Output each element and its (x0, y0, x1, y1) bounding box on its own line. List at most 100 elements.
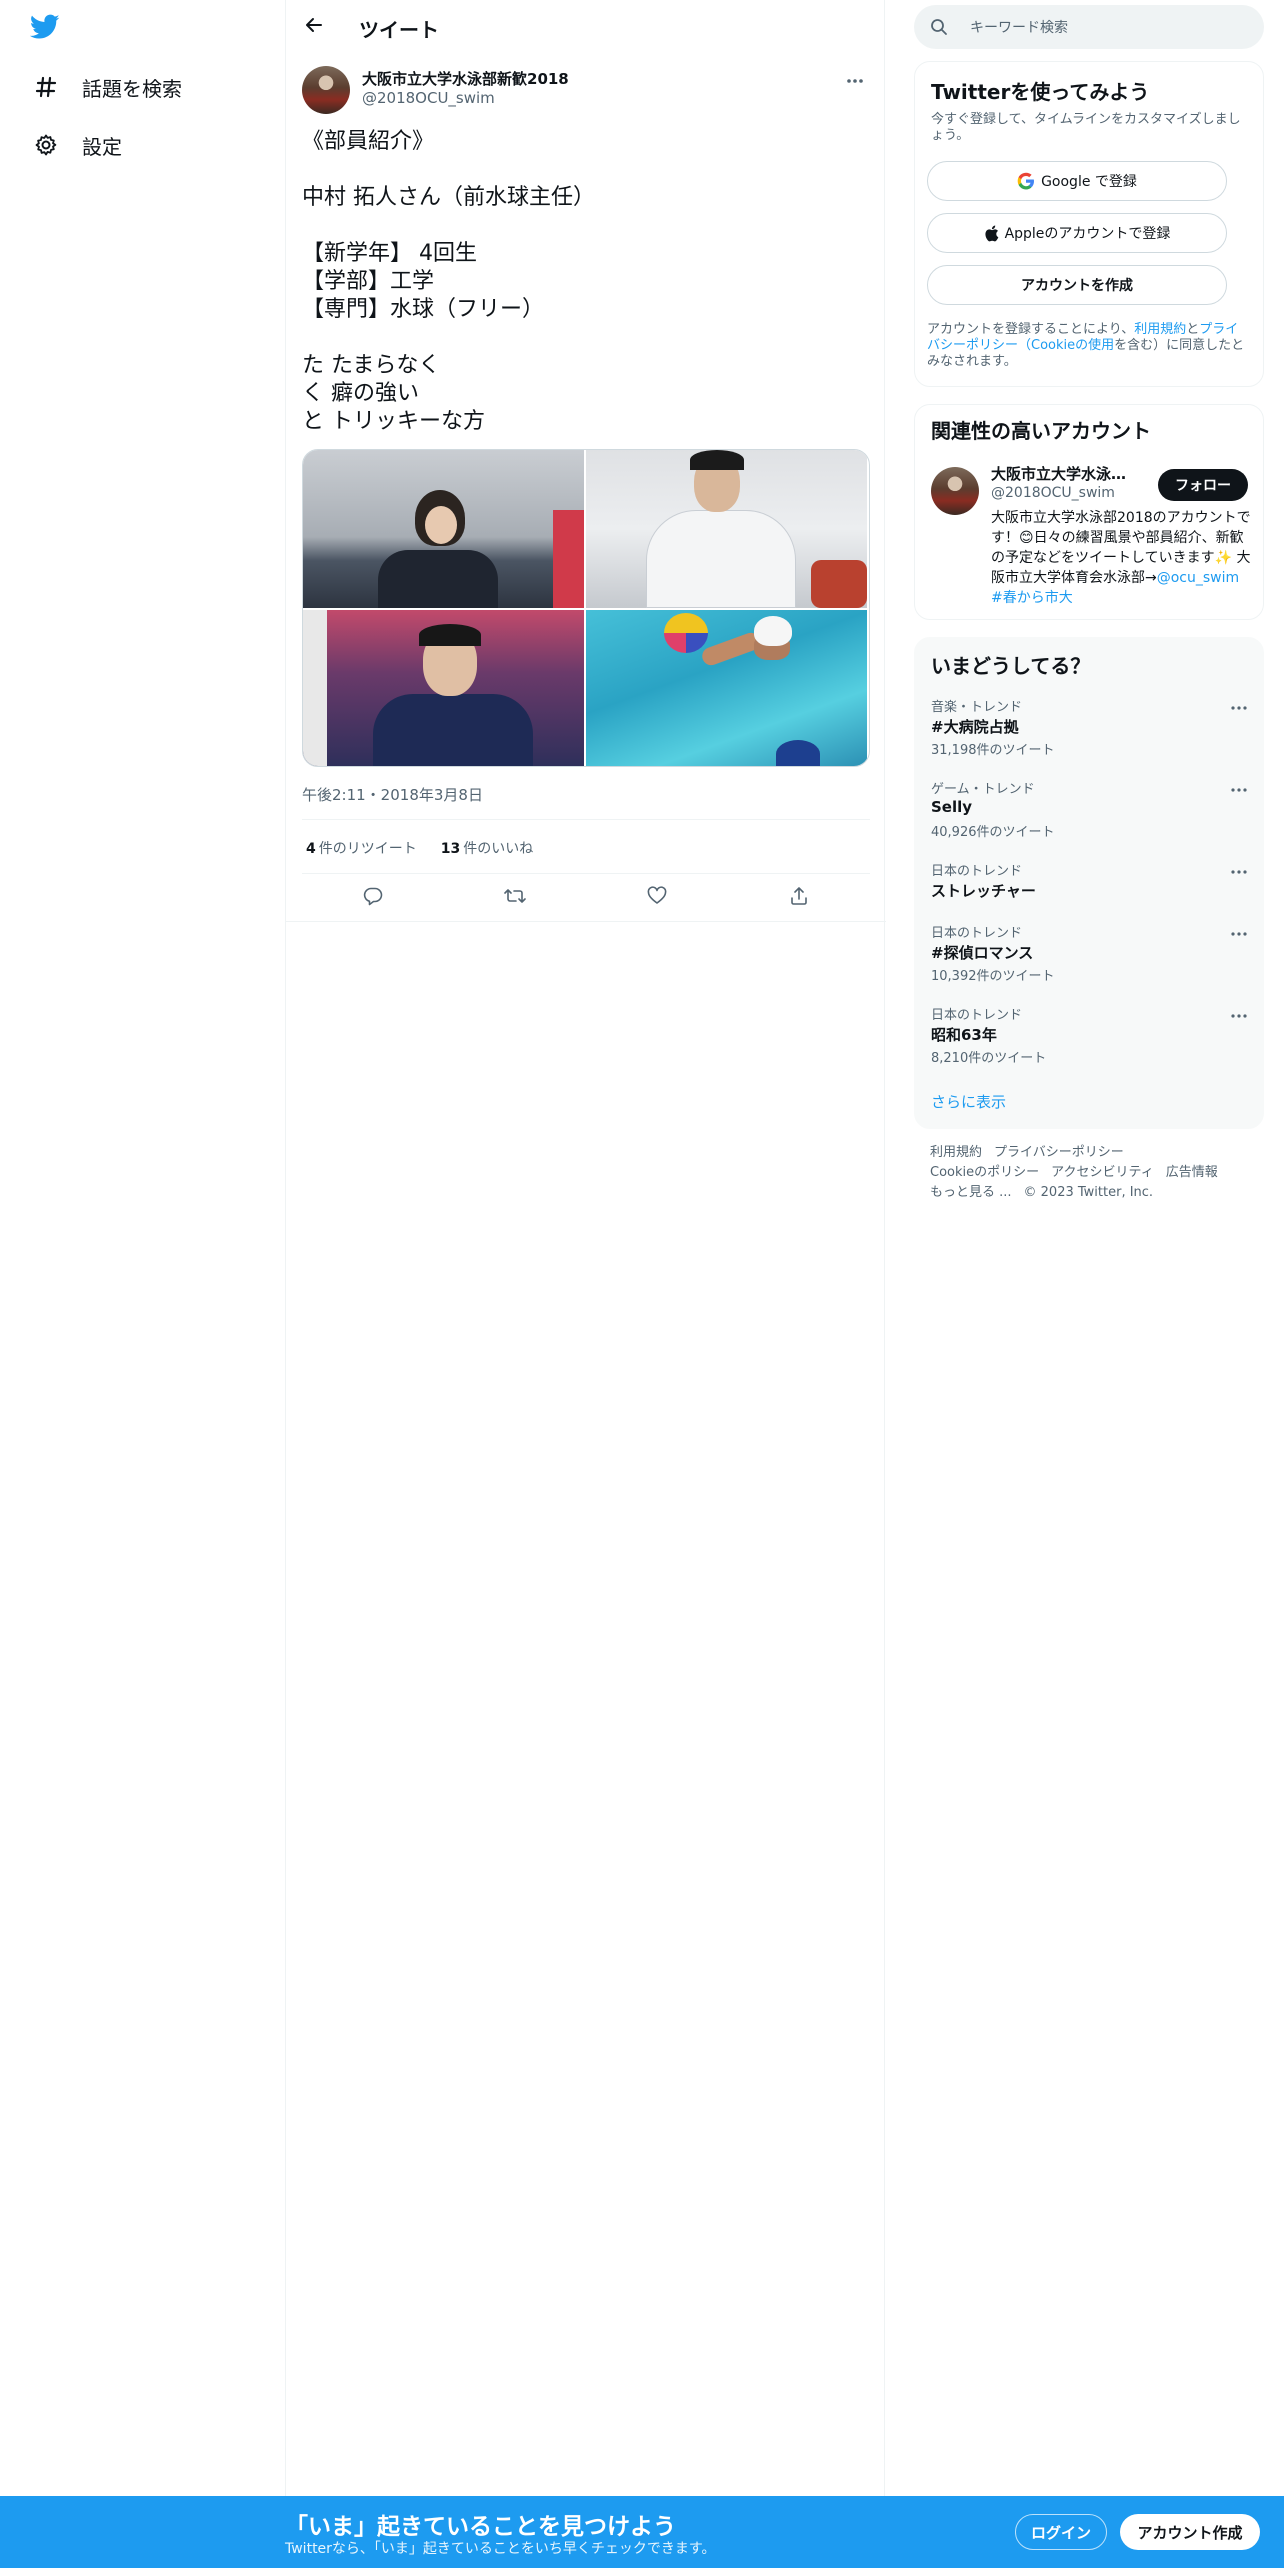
like-count[interactable]: 13 件のいいね (437, 838, 533, 858)
tweet-stats: 4 件のリツイート 13 件のいいね (302, 833, 553, 863)
more-options-button[interactable] (840, 66, 870, 90)
trend-count: 40,926件のツイート (931, 825, 1055, 840)
tweet-photo[interactable] (303, 610, 584, 766)
reply-button[interactable] (355, 880, 391, 916)
divider (302, 873, 870, 874)
footer-more-link[interactable]: もっと見る ... (930, 1185, 1012, 1200)
tweet-header: ツイート (286, 0, 886, 54)
author-handle[interactable]: @2018OCU_swim (362, 89, 495, 107)
back-button[interactable] (296, 9, 332, 45)
divider (302, 819, 870, 820)
legal-text-2: と (1186, 322, 1200, 337)
terms-link[interactable]: 利用規約 (1134, 322, 1186, 337)
bottom-bar-title: 「いま」起きていることを見つけよう (285, 2514, 676, 2540)
footer-privacy-link[interactable]: プライバシーポリシー (994, 1145, 1124, 1160)
signup-button[interactable]: アカウント作成 (1120, 2514, 1260, 2550)
gear-icon (32, 131, 60, 159)
tweet-photo[interactable] (586, 610, 867, 766)
like-count-label: 件のいいね (463, 841, 534, 857)
bottom-bar-subtitle: Twitterなら、「いま」起きていることをいち早くチェックできます。 (285, 2541, 716, 2557)
related-accounts-card: 関連性の高いアカウント 大阪市立大学水泳部新歓2018 @2018OCU_swi… (914, 404, 1264, 620)
google-icon (1017, 172, 1035, 190)
bio-hashtag-link[interactable]: #春から市大 (991, 590, 1073, 606)
trends-title: いまどうしてる？ (931, 654, 1091, 678)
trend-item[interactable]: ゲーム・トレンド Selly 40,926件のツイート (915, 778, 1265, 854)
trend-item[interactable]: 日本のトレンド #探偵ロマンス 10,392件のツイート (915, 922, 1265, 998)
share-icon (789, 886, 809, 910)
trend-item[interactable]: 日本のトレンド ストレッチャー (915, 860, 1265, 918)
footer-copyright: © 2023 Twitter, Inc. (1023, 1185, 1154, 1200)
google-signup-button[interactable]: Google で登録 (927, 161, 1227, 201)
nav-settings-label: 設定 (82, 134, 122, 159)
related-title: 関連性の高いアカウント (931, 419, 1151, 443)
bio-mention-link[interactable]: @ocu_swim (1157, 570, 1239, 586)
apple-icon (984, 225, 999, 242)
footer-ads-link[interactable]: 広告情報 (1166, 1165, 1218, 1180)
more-dots-icon[interactable] (1227, 922, 1251, 946)
signup-title: Twitterを使ってみよう (931, 80, 1150, 104)
trend-count: 31,198件のツイート (931, 743, 1055, 758)
tweet-photo[interactable] (586, 450, 867, 608)
left-nav: 話題を検索 設定 (0, 0, 285, 2568)
search-placeholder: キーワード検索 (970, 20, 1068, 36)
bottom-signup-bar: 「いま」起きていることを見つけよう Twitterなら、「いま」起きていることを… (0, 2496, 1284, 2568)
trend-item[interactable]: 日本のトレンド 昭和63年 8,210件のツイート (915, 1004, 1265, 1080)
like-button[interactable] (639, 880, 675, 916)
divider (286, 921, 886, 922)
trend-count: 10,392件のツイート (931, 969, 1055, 984)
heart-icon (647, 886, 667, 910)
login-button[interactable]: ログイン (1015, 2514, 1107, 2550)
follow-button[interactable]: フォロー (1158, 469, 1248, 501)
tweet-actions (302, 875, 870, 921)
twitter-bird-icon[interactable] (29, 14, 66, 44)
tweet-author: 大阪市立大学水泳部新歓2018 @2018OCU_swim (302, 66, 870, 116)
retweet-icon (504, 886, 526, 910)
hashtag-icon (32, 73, 60, 101)
trend-name: 昭和63年 (931, 1026, 997, 1044)
retweet-button[interactable] (497, 880, 533, 916)
more-dots-icon[interactable] (1227, 778, 1251, 802)
signup-subtitle: 今すぐ登録して、タイムラインをカスタマイズしましょう。 (931, 112, 1241, 143)
trend-name: #大病院占拠 (931, 718, 1019, 736)
search-input[interactable]: キーワード検索 (914, 5, 1264, 49)
trend-meta: ゲーム・トレンド (931, 782, 1035, 797)
footer-cookie-link[interactable]: Cookieのポリシー (930, 1165, 1039, 1180)
nav-explore[interactable]: 話題を検索 (32, 62, 182, 112)
footer-terms-link[interactable]: 利用規約 (930, 1145, 982, 1160)
arrow-left-icon (304, 15, 324, 39)
tweet-column: ツイート 大阪市立大学水泳部新歓2018 @2018OCU_swim 《部員紹介… (285, 0, 886, 2496)
signup-card: Twitterを使ってみよう 今すぐ登録して、タイムラインをカスタマイズしましょ… (914, 61, 1264, 387)
retweet-count-label: 件のリツイート (318, 841, 417, 857)
nav-explore-label: 話題を検索 (82, 76, 182, 101)
sidebar-footer: 利用規約 プライバシーポリシー Cookieのポリシー アクセシビリティ 広告情報 も… (930, 1143, 1260, 1203)
nav-settings[interactable]: 設定 (32, 120, 122, 170)
create-account-button[interactable]: アカウントを作成 (927, 265, 1227, 305)
related-account-handle[interactable]: @2018OCU_swim (991, 485, 1115, 501)
trend-meta: 日本のトレンド (931, 926, 1023, 941)
related-account-name[interactable]: 大阪市立大学水泳部新歓2018 (991, 463, 1141, 484)
search-icon (930, 17, 950, 37)
tweet-media-grid[interactable] (302, 449, 870, 767)
more-dots-icon[interactable] (1227, 860, 1251, 884)
apple-signup-button[interactable]: Appleのアカウントで登録 (927, 213, 1227, 253)
trend-name: Selly (931, 798, 973, 816)
more-dots-icon[interactable] (1227, 1004, 1251, 1028)
page-title: ツイート (359, 18, 439, 42)
show-more-link[interactable]: さらに表示 (931, 1091, 1006, 1112)
related-account-bio: 大阪市立大学水泳部2018のアカウントです！😊日々の練習風景や部員紹介、新歓の予… (991, 508, 1251, 608)
trends-card: いまどうしてる？ 音楽・トレンド #大病院占拠 31,198件のツイート ゲーム… (914, 637, 1264, 1129)
tweet-photo[interactable] (303, 450, 584, 608)
share-button[interactable] (781, 880, 817, 916)
avatar[interactable] (302, 66, 350, 114)
trend-item[interactable]: 音楽・トレンド #大病院占拠 31,198件のツイート (915, 696, 1265, 772)
google-signup-label: Google で登録 (1041, 174, 1137, 190)
signup-legal: アカウントを登録することにより、利用規約とプライバシーポリシー（Cookieの使… (927, 322, 1245, 370)
more-dots-icon[interactable] (1227, 696, 1251, 720)
footer-accessibility-link[interactable]: アクセシビリティ (1051, 1165, 1154, 1180)
reply-icon (363, 886, 383, 910)
trend-count: 8,210件のツイート (931, 1051, 1047, 1066)
tweet-timestamp[interactable]: 午後2:11・2018年3月8日 (302, 784, 483, 805)
author-name[interactable]: 大阪市立大学水泳部新歓2018 (362, 68, 569, 89)
retweet-count[interactable]: 4 件のリツイート (302, 838, 417, 858)
avatar[interactable] (931, 467, 979, 515)
